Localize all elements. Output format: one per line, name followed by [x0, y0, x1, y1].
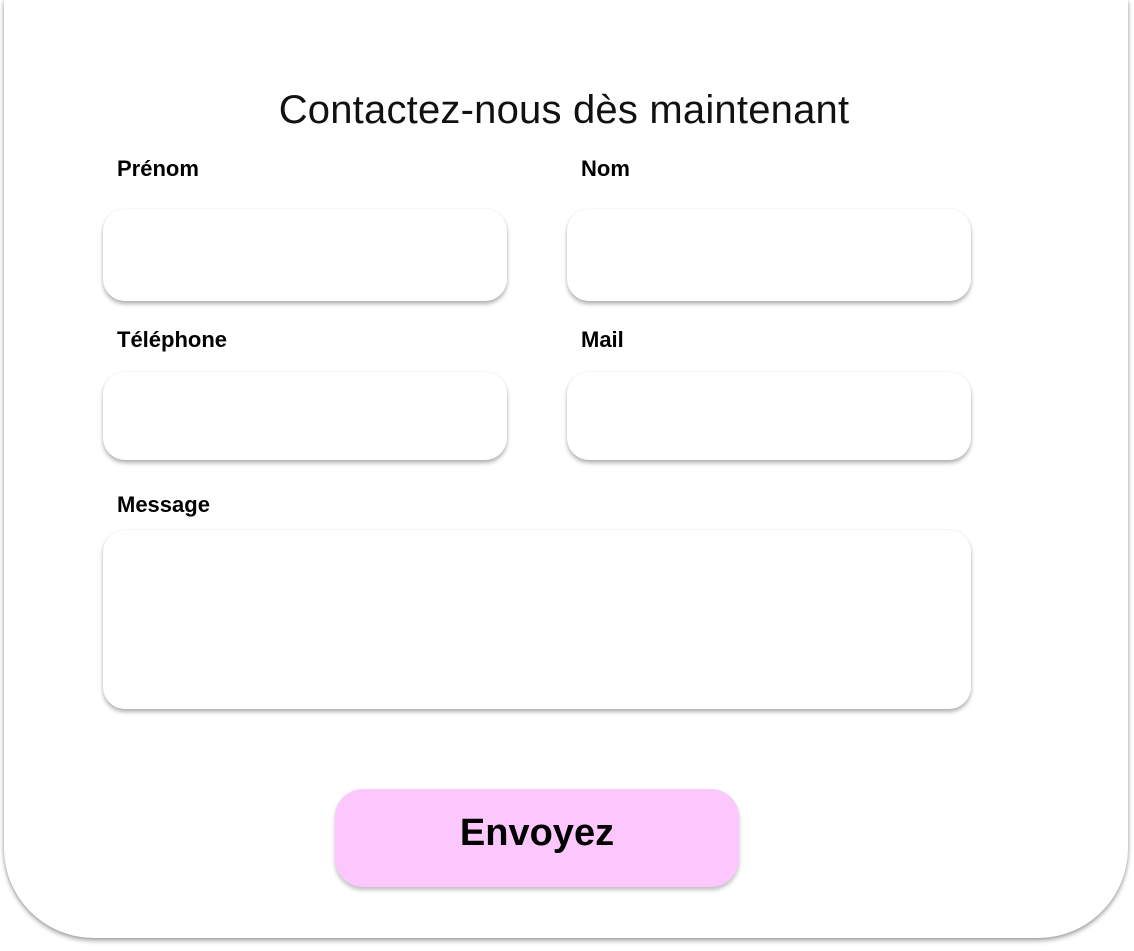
- first-name-input[interactable]: [103, 209, 507, 301]
- last-name-input[interactable]: [567, 209, 971, 301]
- email-label: Mail: [581, 327, 624, 352]
- last-name-label: Nom: [581, 156, 630, 181]
- message-textarea[interactable]: [103, 530, 971, 709]
- form-title: Contactez-nous dès maintenant: [278, 88, 850, 132]
- phone-input[interactable]: [103, 372, 507, 460]
- email-input[interactable]: [567, 372, 971, 460]
- phone-label: Téléphone: [117, 327, 228, 352]
- submit-button[interactable]: Envoyez: [335, 789, 739, 887]
- first-name-label: Prénom: [117, 156, 199, 181]
- message-label: Message: [117, 492, 210, 517]
